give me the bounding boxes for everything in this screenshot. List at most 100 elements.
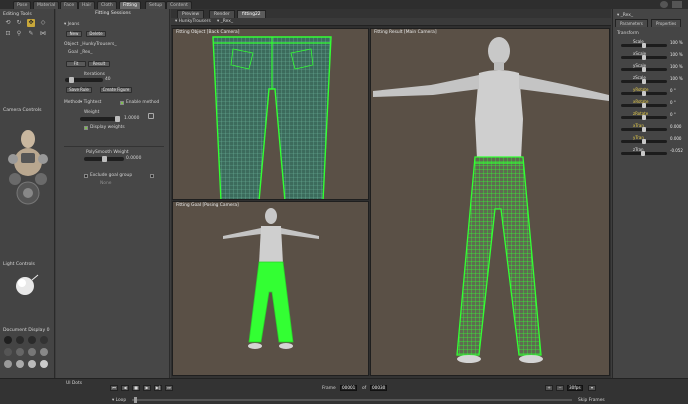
timeline-track[interactable] (132, 399, 572, 401)
parameter-dial[interactable] (621, 43, 667, 48)
parameter-value[interactable]: 0.000 (670, 136, 681, 141)
twist-tool-icon[interactable]: ↻ (15, 19, 23, 27)
first-frame-button[interactable]: ⏮ (110, 385, 118, 391)
parameter-dial-knob[interactable] (642, 79, 646, 84)
add-keyframe-button[interactable]: + (545, 385, 553, 391)
enable-method-checkbox[interactable] (120, 101, 124, 105)
tab-content[interactable]: Content (166, 1, 192, 9)
iterations-slider-knob[interactable] (69, 77, 74, 83)
display-style-icon[interactable] (4, 348, 12, 356)
color-tool-icon[interactable]: ✎ (27, 30, 35, 38)
polysmooth-value[interactable]: 0.0000 (126, 156, 141, 161)
iterations-value[interactable]: 40 (105, 77, 111, 82)
parameter-value[interactable]: 100 % (670, 52, 683, 57)
tab-parameters[interactable]: Parameters (615, 19, 648, 27)
figure-selector[interactable]: ▾ _Rex_ (217, 19, 233, 24)
create-figure-button[interactable]: Create Figure (100, 87, 132, 93)
tab-fitting-view[interactable]: fitting22 (237, 10, 266, 18)
parameter-value[interactable]: 0 ° (670, 112, 676, 117)
fitting-goal-viewport[interactable]: Fitting Goal [Posing Camera] (172, 201, 369, 376)
parameter-dial-knob[interactable] (642, 103, 646, 108)
fitting-result-viewport[interactable]: Fitting Result [Main Camera] (370, 28, 610, 376)
fit-button[interactable]: Fit (66, 61, 86, 67)
display-style-icon[interactable] (40, 360, 48, 368)
parameter-dial[interactable] (621, 79, 667, 84)
display-style-icon[interactable] (16, 360, 24, 368)
tab-fitting[interactable]: Fitting (119, 1, 141, 9)
remove-keyframe-button[interactable]: − (556, 385, 564, 391)
display-weights-checkbox[interactable] (84, 126, 88, 130)
next-frame-button[interactable]: ▶| (154, 385, 162, 391)
window-menu-icon[interactable] (672, 1, 682, 8)
figure-dropdown[interactable]: ▾ _Rex_ (617, 13, 633, 18)
parameter-value[interactable]: 100 % (670, 76, 683, 81)
parameter-dial[interactable] (621, 55, 667, 60)
parameter-value[interactable]: 0 ° (670, 100, 676, 105)
taper-tool-icon[interactable]: ◇ (39, 19, 47, 27)
parameter-dial-knob[interactable] (642, 67, 646, 72)
parameter-dial-knob[interactable] (642, 91, 646, 96)
tab-material[interactable]: Material (33, 1, 60, 9)
display-style-icon[interactable] (28, 336, 36, 344)
display-style-icon[interactable] (16, 348, 24, 356)
display-style-icon[interactable] (40, 348, 48, 356)
parameter-value[interactable]: 0.000 (670, 124, 681, 129)
parameter-row[interactable]: yScale 100 % (615, 63, 687, 72)
tab-face[interactable]: Face (60, 1, 79, 9)
parameter-dial-knob[interactable] (642, 55, 646, 60)
timeline-scrubber[interactable] (134, 397, 137, 403)
total-frames-field[interactable]: 00030 (370, 385, 388, 391)
polysmooth-slider-knob[interactable] (102, 156, 107, 162)
parameter-row[interactable]: yRotate 0 ° (615, 87, 687, 96)
display-style-icon[interactable] (28, 348, 36, 356)
display-style-icon[interactable] (4, 360, 12, 368)
display-style-icon[interactable] (28, 360, 36, 368)
frame-field[interactable]: 00001 (340, 385, 358, 391)
parameter-row[interactable]: zScale 100 % (615, 75, 687, 84)
new-session-button[interactable]: New (66, 31, 82, 37)
prev-frame-button[interactable]: ◀ (121, 385, 129, 391)
result-button[interactable]: Result (88, 61, 110, 67)
parameter-dial[interactable] (621, 67, 667, 72)
tab-pose[interactable]: Pose (13, 1, 32, 9)
tab-properties[interactable]: Properties (651, 19, 682, 27)
weight-brush-icon[interactable] (148, 113, 154, 119)
parameter-dial-knob[interactable] (641, 151, 645, 156)
weight-slider-knob[interactable] (115, 116, 120, 122)
translate-tool-icon[interactable]: ✥ (27, 19, 35, 27)
iterations-slider[interactable] (65, 77, 103, 83)
fps-field[interactable]: 30fps (567, 385, 583, 391)
parameter-value[interactable]: 0 ° (670, 88, 676, 93)
scale-tool-icon[interactable]: ⊡ (4, 30, 12, 38)
parameter-dial[interactable] (621, 151, 667, 156)
parameter-dial[interactable] (621, 103, 667, 108)
parameter-row[interactable]: zRotate 0 ° (615, 111, 687, 120)
fitting-object-viewport[interactable]: Fitting Object [Back Camera] (172, 28, 369, 200)
parameter-value[interactable]: 100 % (670, 64, 683, 69)
parameter-row[interactable]: zTran -0.052 (615, 147, 687, 156)
camera-controls-widget[interactable] (3, 117, 53, 217)
parameter-row[interactable]: xScale 100 % (615, 51, 687, 60)
tab-hair[interactable]: Hair (78, 1, 96, 9)
parameter-dial[interactable] (621, 115, 667, 120)
parameter-row[interactable]: xTran 0.000 (615, 123, 687, 132)
display-style-icon[interactable] (16, 336, 24, 344)
parameter-value[interactable]: 100 % (670, 40, 683, 45)
tab-preview[interactable]: Preview (177, 10, 205, 18)
help-icon[interactable] (660, 1, 668, 8)
delete-session-button[interactable]: Delete (86, 31, 106, 37)
parameter-dial[interactable] (621, 127, 667, 132)
polysmooth-slider[interactable] (84, 156, 124, 162)
play-button[interactable]: ▶ (143, 385, 151, 391)
tab-cloth[interactable]: Cloth (97, 1, 117, 9)
parameter-dial[interactable] (621, 139, 667, 144)
chain-tool-icon[interactable]: ⚲ (15, 30, 23, 38)
parameter-row[interactable]: Scale 100 % (615, 39, 687, 48)
save-rule-button[interactable]: Save Rule (66, 87, 92, 93)
loop-label[interactable]: ▾ Loop (112, 398, 126, 403)
light-sphere-widget[interactable] (12, 271, 42, 301)
display-style-icon[interactable] (40, 336, 48, 344)
session-dropdown[interactable]: ▾ Jeans (64, 22, 79, 27)
parameter-dial-knob[interactable] (642, 115, 646, 120)
exclude-goal-checkbox[interactable] (84, 174, 88, 178)
